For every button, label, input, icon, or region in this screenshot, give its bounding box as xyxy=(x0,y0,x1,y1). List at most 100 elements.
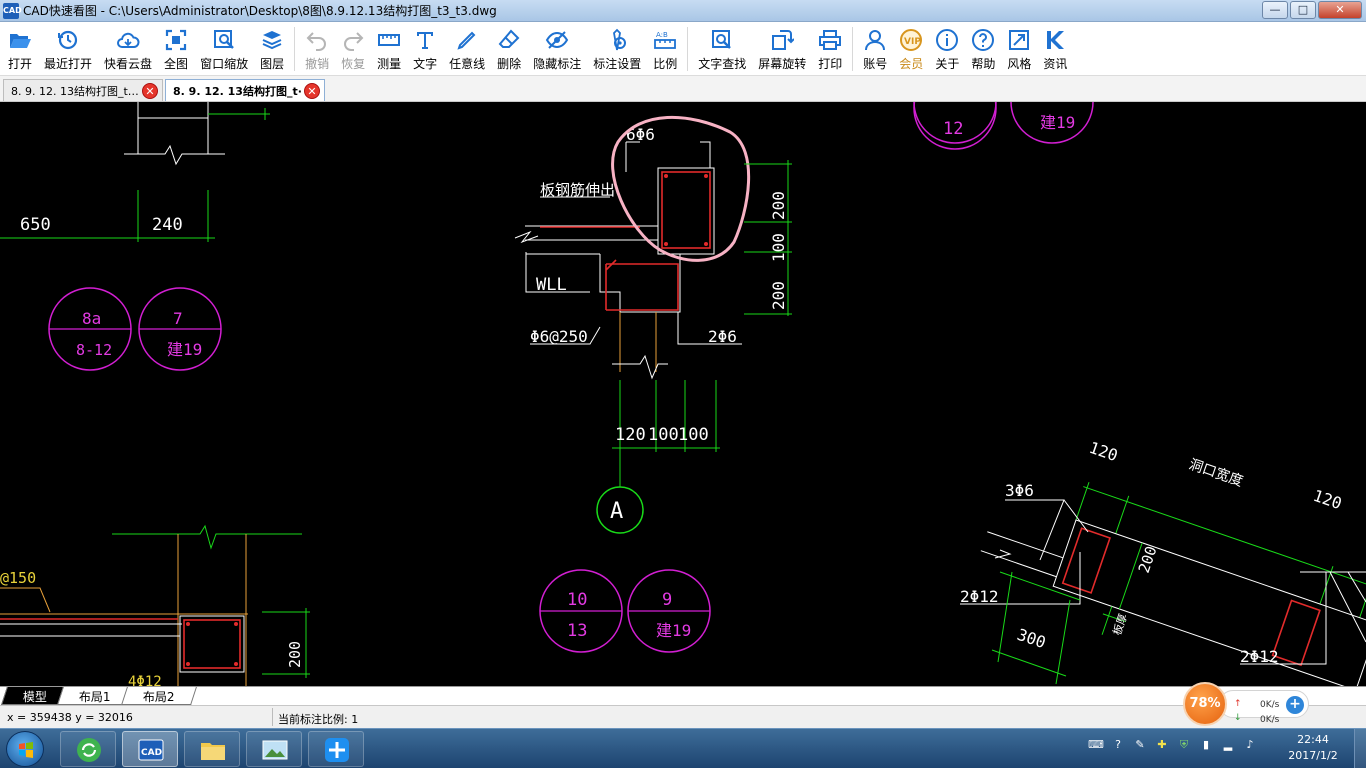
toolbar-separator xyxy=(294,27,296,71)
dim-text: 120 xyxy=(1087,438,1121,465)
print-button[interactable]: 打印 xyxy=(812,22,848,76)
about-button[interactable]: 关于 xyxy=(929,22,965,76)
close-tab-icon[interactable]: ✕ xyxy=(304,82,320,99)
fit-view-icon xyxy=(165,29,187,51)
clock-time: 22:44 xyxy=(1297,733,1329,746)
annotation-settings-button[interactable]: 标注设置 xyxy=(587,22,647,76)
taskbar: CAD ⌨ ? ✎ ✚ ⛨ ▮ ▂ ♪ 22:44 2017/1/2 xyxy=(0,728,1366,768)
bubble-text: 建19 xyxy=(656,621,691,640)
undo-button[interactable]: 撤销 xyxy=(299,22,335,76)
pen-tray-icon[interactable]: ✎ xyxy=(1132,737,1148,753)
dim-text: 300 xyxy=(1015,625,1049,652)
section-bubbles-bottom: 10 13 9 建19 xyxy=(539,569,711,653)
axis-label: A xyxy=(610,499,623,524)
bubble-text: 建19 xyxy=(1040,113,1075,132)
document-tab-2[interactable]: 8. 9. 12. 13结构打图_t· ✕ xyxy=(165,79,325,101)
bubble-text: 13 xyxy=(567,621,587,641)
pen-icon xyxy=(457,31,476,50)
note-text: 板厚 xyxy=(1110,612,1130,637)
keyboard-icon[interactable]: ⌨ xyxy=(1088,737,1104,753)
system-clock[interactable]: 22:44 2017/1/2 xyxy=(1278,732,1348,764)
rebar-label: @150 xyxy=(0,569,36,587)
beam-section-detail: 6Φ6 板钢筋伸出 WLL Φ6@250 2Φ6 200 100 200 120… xyxy=(514,116,792,534)
tab-label: 8. 9. 12. 13结构打图_t· xyxy=(173,84,301,98)
volume-icon[interactable]: ♪ xyxy=(1242,737,1258,753)
close-tab-icon[interactable]: ✕ xyxy=(142,82,158,99)
cad-app-icon: CAD xyxy=(138,739,164,761)
plus-tray-icon[interactable]: ✚ xyxy=(1154,737,1170,753)
dim-text: 240 xyxy=(152,215,183,235)
text-search-label: 文字查找 xyxy=(698,57,747,71)
cloud-disk-button[interactable]: 快看云盘 xyxy=(98,22,158,76)
scale-label: 比例 xyxy=(653,57,678,71)
show-desktop-button[interactable] xyxy=(1354,729,1366,768)
cloud-disk-label: 快看云盘 xyxy=(104,57,153,71)
battery-icon[interactable]: ▮ xyxy=(1198,737,1214,753)
folder-open-icon xyxy=(10,34,31,48)
open-button[interactable]: 打开 xyxy=(2,22,38,76)
network-speed-widget[interactable]: ↑ ↓ 0K/s 0K/s + 78% xyxy=(1183,682,1309,726)
status-bar: x = 359438 y = 32016 当前标注比例: 1 xyxy=(0,705,1366,728)
browser-icon xyxy=(77,738,101,762)
tab-layout-2[interactable]: 布局2 xyxy=(120,687,197,705)
dim-text: 洞口宽度 xyxy=(1187,456,1245,490)
dim-text: 100 xyxy=(648,425,679,445)
layers-label: 图层 xyxy=(260,57,285,71)
screen-rotate-button[interactable]: 屏幕旋转 xyxy=(752,22,812,76)
drawing-canvas[interactable]: 650 240 8a 8-12 7 建19 12 建19 6Φ6 板钢筋伸出 W… xyxy=(0,102,1366,686)
measure-button[interactable]: 测量 xyxy=(371,22,407,76)
taskbar-browser[interactable] xyxy=(60,731,116,767)
vip-icon: VIP xyxy=(900,29,923,51)
full-view-button[interactable]: 全图 xyxy=(158,22,194,76)
document-tab-1[interactable]: 8. 9. 12. 13结构打图_t… ✕ xyxy=(3,79,163,101)
layout-tabs: 模型 布局1 布局2 xyxy=(0,686,1366,705)
close-window-button[interactable]: ✕ xyxy=(1318,1,1362,19)
dim-text: 100 xyxy=(769,233,788,262)
measure-label: 测量 xyxy=(377,57,402,71)
shield-icon[interactable]: ⛨ xyxy=(1176,737,1192,753)
news-button[interactable]: 资讯 xyxy=(1037,22,1073,76)
taskbar-cad[interactable]: CAD xyxy=(122,731,178,767)
hide-annotation-button[interactable]: 隐藏标注 xyxy=(527,22,587,76)
freeline-button[interactable]: 任意线 xyxy=(443,22,491,76)
text-search-button[interactable]: 文字查找 xyxy=(692,22,752,76)
help-tray-icon[interactable]: ? xyxy=(1110,737,1126,753)
redo-button[interactable]: 恢复 xyxy=(335,22,371,76)
account-button[interactable]: 账号 xyxy=(857,22,893,76)
taskbar-explorer[interactable] xyxy=(184,731,240,767)
open-label: 打开 xyxy=(8,57,33,71)
coordinate-readout: x = 359438 y = 32016 xyxy=(7,711,133,724)
text-button[interactable]: 文字 xyxy=(407,22,443,76)
taskbar-app[interactable] xyxy=(308,731,364,767)
window-zoom-button[interactable]: 窗口缩放 xyxy=(194,22,254,76)
layers-button[interactable]: 图层 xyxy=(254,22,290,76)
maximize-button[interactable]: □ xyxy=(1290,1,1316,19)
minimize-button[interactable]: — xyxy=(1262,1,1288,19)
delete-button[interactable]: 删除 xyxy=(491,22,527,76)
dim-text: 120 xyxy=(615,425,646,445)
news-icon xyxy=(1047,31,1065,49)
upload-speed: 0K/s xyxy=(1260,700,1280,710)
scale-button[interactable]: A:B 比例 xyxy=(647,22,683,76)
help-button[interactable]: 帮助 xyxy=(965,22,1001,76)
bubble-text: 7 xyxy=(173,309,183,328)
window-controls: — □ ✕ xyxy=(1262,1,1362,19)
dim-text: 100 xyxy=(678,425,709,445)
style-icon xyxy=(1009,30,1030,50)
start-button[interactable] xyxy=(6,731,44,767)
dim-text: 120 xyxy=(1311,486,1345,513)
layers-icon xyxy=(262,31,282,50)
vip-button[interactable]: VIP 会员 xyxy=(893,22,929,76)
text-label: 文字 xyxy=(413,57,438,71)
slab-note: 板钢筋伸出 xyxy=(540,181,615,199)
section-bubbles-top: 12 建19 xyxy=(913,102,1094,150)
taskbar-photo-viewer[interactable] xyxy=(246,731,302,767)
signal-icon[interactable]: ▂ xyxy=(1220,737,1236,753)
accelerate-button[interactable]: + xyxy=(1286,696,1304,714)
right-opening-detail: 120 洞口宽度 120 3Φ6 200 2Φ12 300 板厚 2Φ12 xyxy=(960,438,1366,686)
annotation-settings-label: 标注设置 xyxy=(593,57,642,71)
memory-usage-badge[interactable]: 78% xyxy=(1183,682,1227,726)
tab-layout-2-label: 布局2 xyxy=(142,690,175,704)
style-button[interactable]: 风格 xyxy=(1001,22,1037,76)
recent-open-button[interactable]: 最近打开 xyxy=(38,22,98,76)
